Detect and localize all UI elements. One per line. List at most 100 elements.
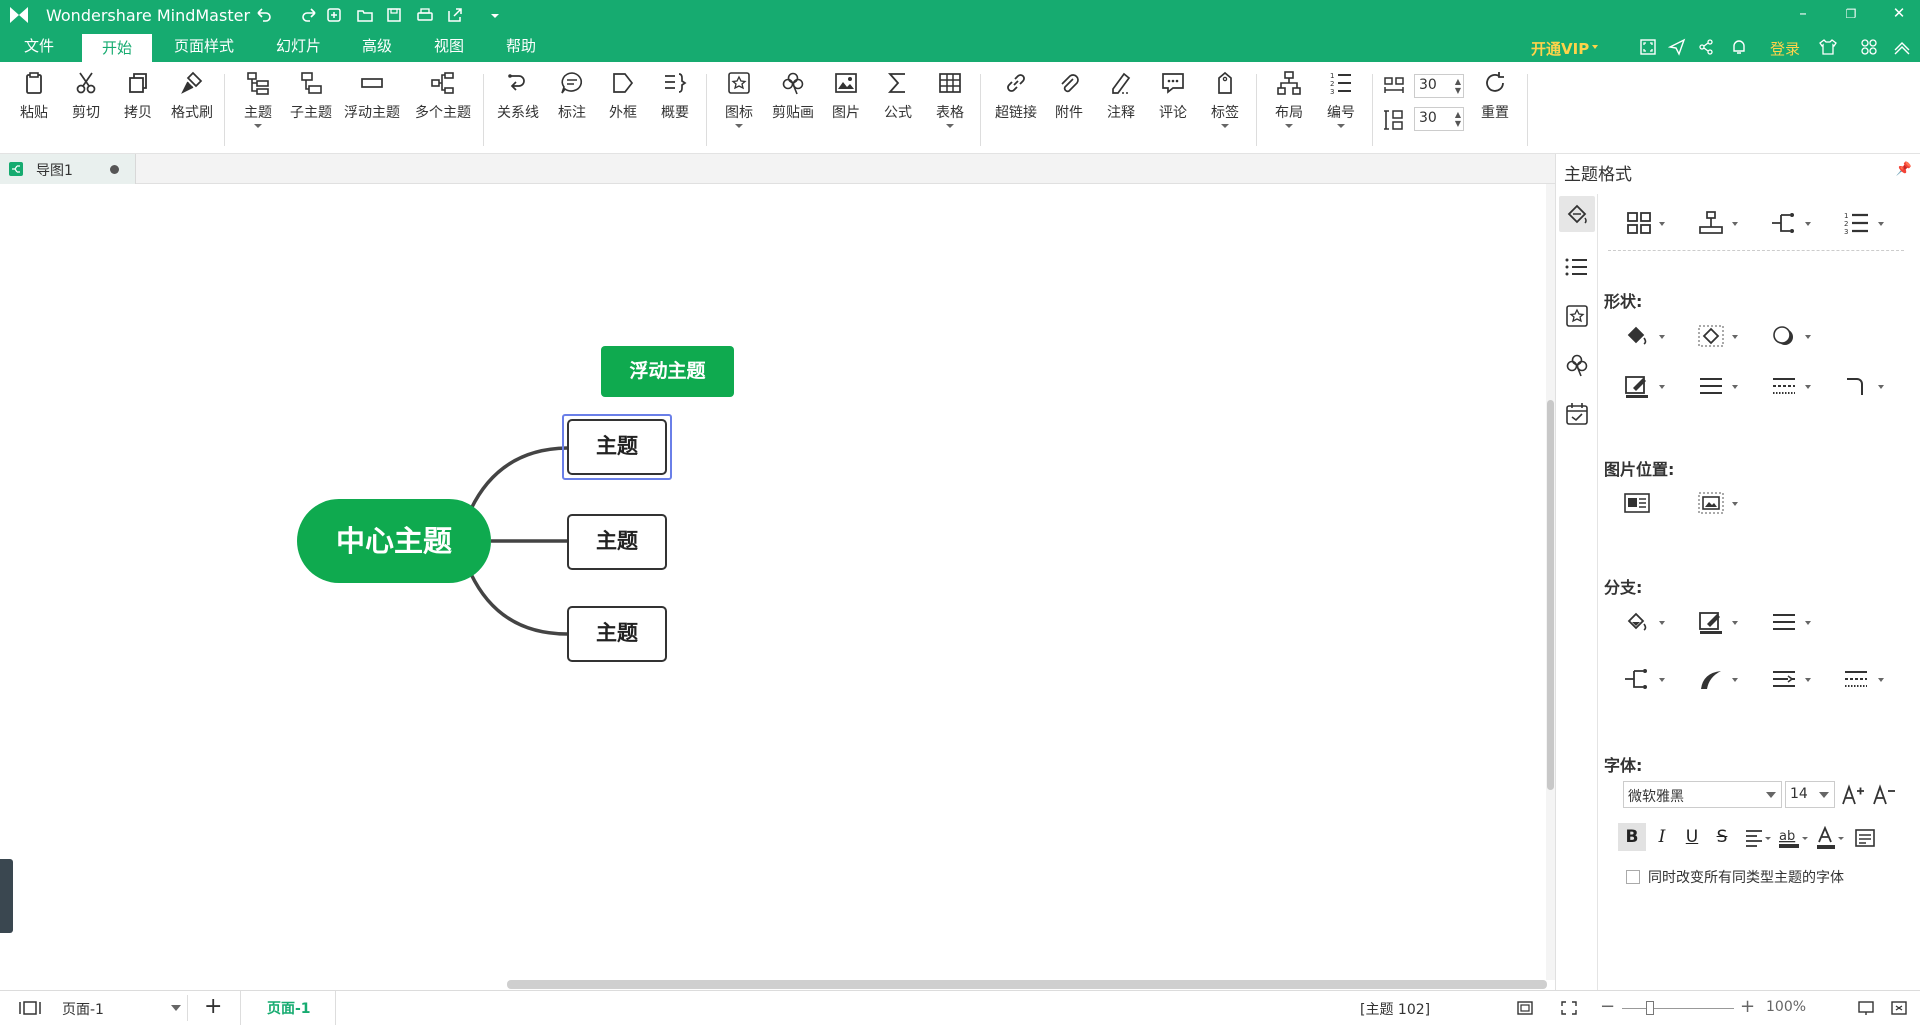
caret-down-icon[interactable] bbox=[1732, 385, 1738, 389]
apps-icon[interactable] bbox=[1860, 38, 1878, 56]
branch-dash-icon[interactable] bbox=[1842, 667, 1870, 691]
caret-down-icon[interactable] bbox=[1659, 385, 1665, 389]
clipart-button[interactable]: 剪贴画 bbox=[768, 70, 818, 150]
branch-spacing-icon[interactable] bbox=[1770, 667, 1798, 691]
unsaved-dot-icon[interactable] bbox=[110, 165, 119, 174]
underline-button[interactable]: U bbox=[1678, 823, 1706, 851]
comment-button[interactable]: 评论 bbox=[1153, 70, 1193, 150]
floating-topic[interactable]: 浮动主题 bbox=[601, 346, 734, 397]
presentation-icon[interactable] bbox=[1857, 1000, 1875, 1016]
exit-view-icon[interactable] bbox=[1890, 1000, 1908, 1016]
topic-node-1[interactable]: 主题 bbox=[567, 419, 667, 475]
image-position-icon[interactable] bbox=[1697, 491, 1725, 515]
central-topic[interactable]: 中心主题 bbox=[297, 499, 491, 583]
send-icon[interactable] bbox=[1668, 38, 1686, 56]
outline-list-icon[interactable] bbox=[1564, 254, 1590, 280]
layout-button[interactable]: 布局 bbox=[1269, 70, 1309, 150]
mindmap-canvas[interactable]: 浮动主题 主题 主题 主题 中心主题 bbox=[0, 184, 1545, 980]
copy-button[interactable]: 拷贝 bbox=[118, 70, 158, 150]
menu-help[interactable]: 帮助 bbox=[490, 31, 552, 62]
document-tab[interactable]: 导图1 bbox=[0, 154, 136, 184]
fill-color-icon[interactable] bbox=[1623, 324, 1651, 348]
caret-down-icon[interactable] bbox=[1659, 678, 1665, 682]
strikethrough-button[interactable]: S bbox=[1708, 823, 1736, 851]
fullscreen-icon[interactable] bbox=[1639, 38, 1657, 56]
pin-icon[interactable]: 📌 bbox=[1896, 162, 1912, 177]
redo-icon[interactable] bbox=[301, 6, 319, 24]
add-page-icon[interactable]: + bbox=[204, 994, 222, 1019]
hyperlink-button[interactable]: 超链接 bbox=[990, 70, 1042, 150]
highlight-icon[interactable]: ab bbox=[1778, 826, 1810, 850]
bold-button[interactable]: B bbox=[1618, 823, 1646, 851]
caret-down-icon[interactable] bbox=[1732, 678, 1738, 682]
image-button[interactable]: 图片 bbox=[826, 70, 866, 150]
print-icon[interactable] bbox=[416, 6, 434, 24]
structure-grid-icon[interactable] bbox=[1625, 211, 1653, 235]
boundary-button[interactable]: 外框 bbox=[603, 70, 643, 150]
topic-node-2[interactable]: 主题 bbox=[567, 514, 667, 570]
font-color-icon[interactable] bbox=[1816, 826, 1846, 850]
caret-down-icon[interactable] bbox=[1732, 335, 1738, 339]
collapse-ribbon-icon[interactable] bbox=[1892, 38, 1912, 56]
export-icon[interactable] bbox=[446, 6, 464, 24]
decrease-font-icon[interactable] bbox=[1872, 784, 1896, 806]
horizontal-spacing-input[interactable]: 30 ▲ ▼ bbox=[1414, 74, 1464, 98]
text-box-icon[interactable] bbox=[1854, 828, 1876, 848]
menu-home[interactable]: 开始 bbox=[82, 34, 153, 62]
spinner-arrows-icon[interactable]: ▲ ▼ bbox=[1455, 77, 1461, 95]
caret-down-icon[interactable] bbox=[1878, 385, 1884, 389]
format-painter-button[interactable]: 格式刷 bbox=[167, 70, 217, 150]
numbering-button[interactable]: 123 编号 bbox=[1321, 70, 1361, 150]
caret-down-icon[interactable] bbox=[1805, 222, 1811, 226]
caret-down-icon[interactable] bbox=[1805, 385, 1811, 389]
caret-down-icon[interactable] bbox=[1878, 222, 1884, 226]
caret-down-icon[interactable] bbox=[1805, 335, 1811, 339]
line-weight-icon[interactable] bbox=[1697, 374, 1725, 398]
caret-down-icon[interactable] bbox=[1732, 502, 1738, 506]
increase-font-icon[interactable] bbox=[1841, 784, 1865, 806]
horizontal-scroll-thumb[interactable] bbox=[507, 980, 1547, 989]
font-family-select[interactable]: 微软雅黑 bbox=[1623, 781, 1782, 808]
zoom-out-icon[interactable]: − bbox=[1600, 996, 1615, 1017]
caret-down-icon[interactable] bbox=[1659, 621, 1665, 625]
floating-topic-button[interactable]: 浮动主题 bbox=[340, 70, 404, 150]
tapered-branch-icon[interactable] bbox=[1697, 667, 1725, 691]
branch-weight-icon[interactable] bbox=[1770, 610, 1798, 634]
font-size-select[interactable]: 14 bbox=[1785, 781, 1835, 808]
vip-button[interactable]: 开通VIP bbox=[1531, 38, 1589, 59]
minimize-icon[interactable]: – bbox=[1788, 4, 1818, 22]
fit-page-icon[interactable] bbox=[1516, 1000, 1534, 1016]
vertical-spacing-input[interactable]: 30 ▲ ▼ bbox=[1414, 107, 1464, 131]
side-tab-format[interactable] bbox=[1559, 196, 1595, 232]
share-icon[interactable] bbox=[1697, 38, 1715, 56]
numbered-list-icon[interactable]: 123 bbox=[1842, 211, 1870, 235]
shadow-icon[interactable] bbox=[1770, 324, 1798, 348]
caret-down-icon[interactable] bbox=[1659, 335, 1665, 339]
icon-library-icon[interactable] bbox=[1564, 303, 1590, 329]
branch-color-icon[interactable] bbox=[1697, 610, 1725, 634]
menu-advanced[interactable]: 高级 bbox=[346, 31, 408, 62]
skin-icon[interactable] bbox=[1818, 38, 1838, 56]
login-button[interactable]: 登录 bbox=[1770, 38, 1800, 59]
connector-style-icon[interactable] bbox=[1770, 211, 1798, 235]
summary-button[interactable]: 概要 bbox=[655, 70, 695, 150]
multi-topic-button[interactable]: 多个主题 bbox=[411, 70, 475, 150]
align-left-icon[interactable] bbox=[1744, 828, 1772, 848]
callout-button[interactable]: 标注 bbox=[552, 70, 592, 150]
attachment-button[interactable]: 附件 bbox=[1049, 70, 1089, 150]
italic-button[interactable]: I bbox=[1648, 823, 1676, 851]
vertical-scroll-thumb[interactable] bbox=[1547, 400, 1554, 790]
page-tab[interactable]: 页面-1 bbox=[240, 991, 336, 1025]
apply-all-checkbox[interactable] bbox=[1626, 870, 1640, 884]
corner-style-icon[interactable] bbox=[1842, 374, 1870, 398]
caret-down-icon[interactable] bbox=[1878, 678, 1884, 682]
restore-icon[interactable]: ❐ bbox=[1836, 7, 1866, 21]
new-file-icon[interactable] bbox=[325, 6, 343, 24]
paste-button[interactable]: 粘贴 bbox=[14, 70, 54, 150]
caret-down-icon[interactable] bbox=[1732, 222, 1738, 226]
image-left-icon[interactable] bbox=[1623, 491, 1651, 515]
zoom-slider-thumb[interactable] bbox=[1646, 1001, 1654, 1015]
shape-style-icon[interactable] bbox=[1697, 324, 1725, 348]
relation-button[interactable]: 关系线 bbox=[494, 70, 542, 150]
bell-icon[interactable] bbox=[1730, 38, 1748, 56]
